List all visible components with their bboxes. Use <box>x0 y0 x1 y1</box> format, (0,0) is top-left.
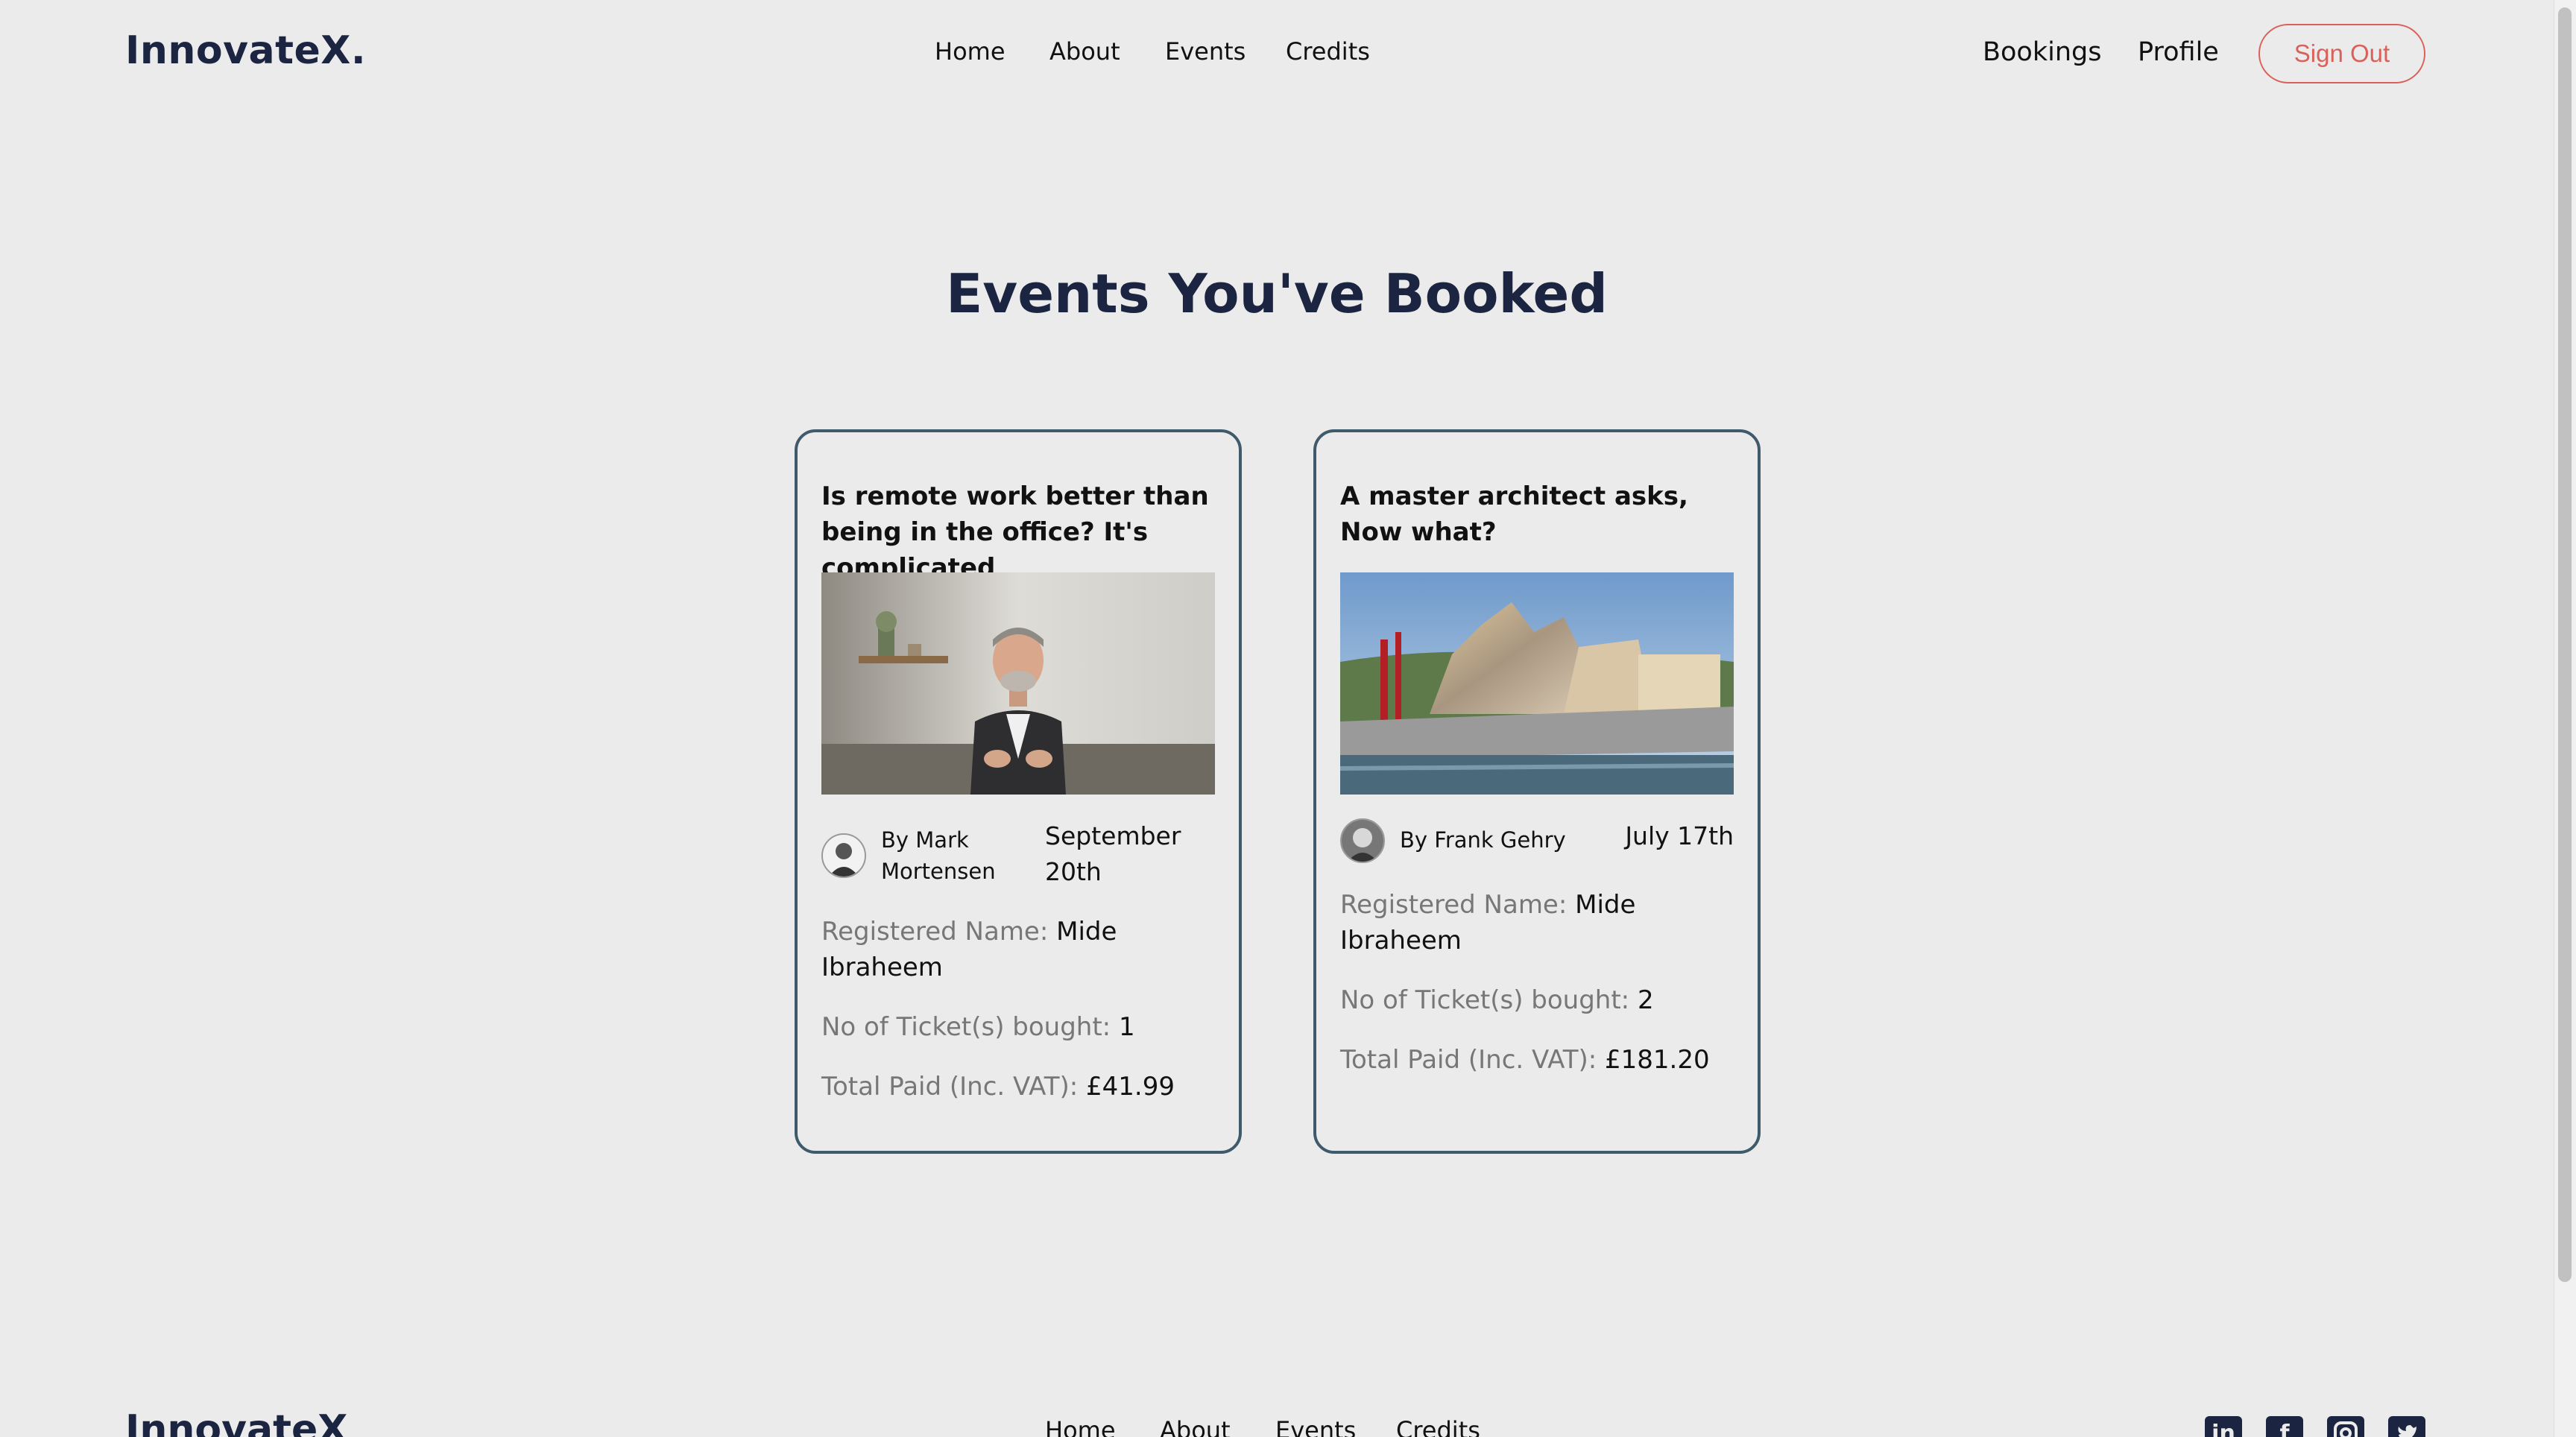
tickets-label: No of Ticket(s) bought: <box>821 1012 1111 1042</box>
booking-card[interactable]: A master architect asks, Now what? By Fr… <box>1313 429 1761 1154</box>
nav-profile[interactable]: Profile <box>2138 37 2219 67</box>
speaker-photo <box>821 572 1215 795</box>
instagram-glyph <box>2334 1421 2358 1437</box>
tickets-value: 1 <box>1118 1012 1135 1042</box>
speaker-avatar-image <box>1342 820 1383 862</box>
footer-nav-about[interactable]: About <box>1160 1416 1231 1437</box>
building-photo <box>1340 572 1734 795</box>
speaker-name: By Mark Mortensen <box>881 827 996 884</box>
total-value: £41.99 <box>1086 1072 1175 1102</box>
registered-name-label: Registered Name: <box>1340 890 1568 920</box>
footer-nav-credits[interactable]: Credits <box>1396 1416 1480 1437</box>
instagram-icon[interactable] <box>2327 1416 2364 1437</box>
registered-name-label: Registered Name: <box>821 917 1049 947</box>
event-title: Is remote work better than being in the … <box>821 481 1209 583</box>
speaker-avatar <box>1340 818 1385 863</box>
total-line: Total Paid (Inc. VAT): £41.99 <box>821 1069 1221 1105</box>
event-date: September 20th <box>1045 821 1181 886</box>
nav-about[interactable]: About <box>1049 37 1120 66</box>
registered-name-line: Registered Name: Mide Ibraheem <box>821 914 1221 985</box>
total-line: Total Paid (Inc. VAT): £181.20 <box>1340 1042 1740 1078</box>
facebook-icon[interactable]: f <box>2266 1416 2303 1437</box>
twitter-icon[interactable] <box>2388 1416 2425 1437</box>
nav-home[interactable]: Home <box>935 37 1006 66</box>
event-image <box>1340 572 1734 795</box>
event-title: A master architect asks, Now what? <box>1340 481 1688 547</box>
scrollbar-thumb[interactable] <box>2558 7 2572 1282</box>
tickets-line: No of Ticket(s) bought: 1 <box>821 1009 1221 1045</box>
total-label: Total Paid (Inc. VAT): <box>821 1072 1079 1102</box>
total-label: Total Paid (Inc. VAT): <box>1340 1045 1597 1075</box>
nav-bookings[interactable]: Bookings <box>1983 37 2101 67</box>
tickets-label: No of Ticket(s) bought: <box>1340 985 1630 1015</box>
sign-out-button[interactable]: Sign Out <box>2258 24 2425 83</box>
registered-name-line: Registered Name: Mide Ibraheem <box>1340 887 1740 958</box>
nav-credits[interactable]: Credits <box>1286 37 1370 66</box>
footer-nav-home[interactable]: Home <box>1045 1416 1116 1437</box>
footer-brand-logo[interactable]: InnovateX <box>125 1407 347 1437</box>
footer-nav-events[interactable]: Events <box>1275 1416 1356 1437</box>
booking-card[interactable]: Is remote work better than being in the … <box>795 429 1242 1154</box>
scrollbar[interactable] <box>2554 0 2576 1437</box>
brand-logo[interactable]: InnovateX. <box>125 28 366 73</box>
nav-events[interactable]: Events <box>1165 37 1246 66</box>
speaker-avatar <box>821 833 866 878</box>
speaker-avatar-image <box>823 835 865 877</box>
linkedin-icon[interactable]: in <box>2205 1416 2242 1437</box>
event-image <box>821 572 1215 795</box>
speaker-name: By Frank Gehry <box>1400 827 1566 853</box>
twitter-glyph <box>2398 1425 2416 1437</box>
tickets-value: 2 <box>1637 985 1654 1015</box>
page-title: Events You've Booked <box>946 262 1608 325</box>
event-date: July 17th <box>1625 821 1734 850</box>
total-value: £181.20 <box>1605 1045 1710 1075</box>
tickets-line: No of Ticket(s) bought: 2 <box>1340 982 1740 1018</box>
